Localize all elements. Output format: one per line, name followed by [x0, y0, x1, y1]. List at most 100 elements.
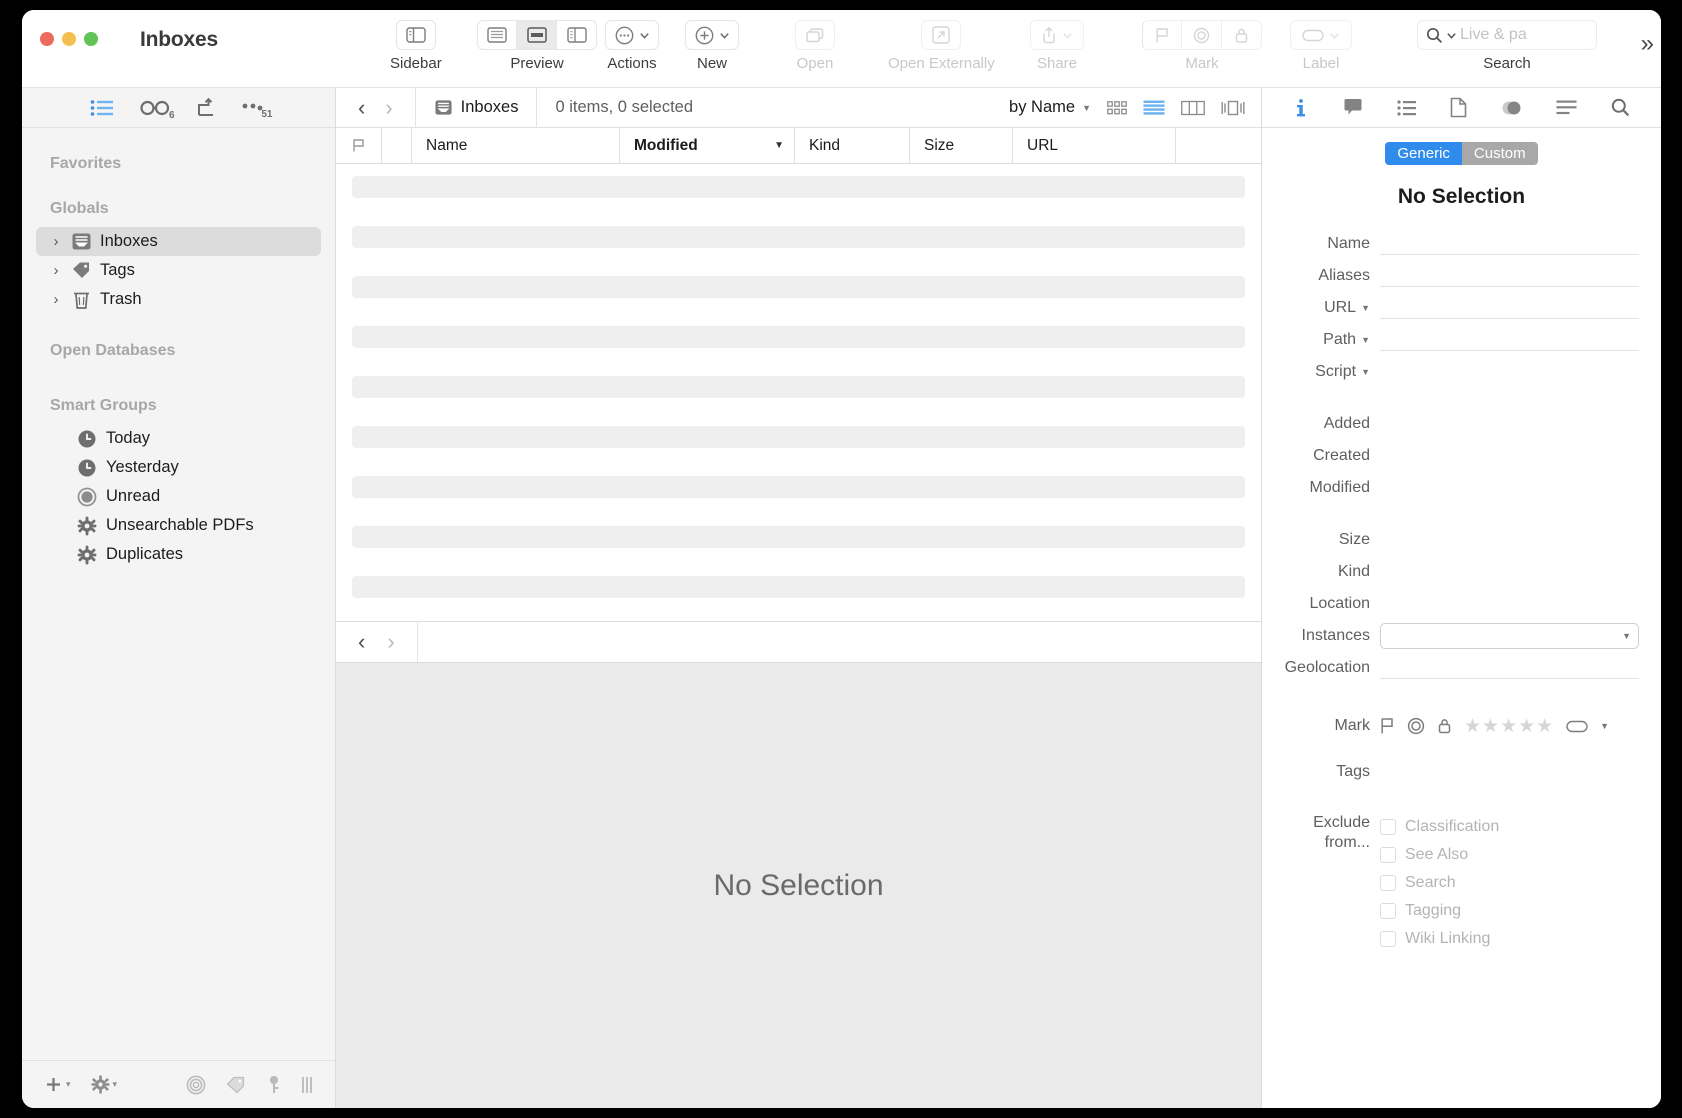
chevron-down-icon[interactable]: ▾ [113, 1079, 118, 1090]
sidebar-item-inboxes[interactable]: › Inboxes [36, 227, 321, 256]
tab-info[interactable] [1293, 98, 1309, 118]
sidebar-item-yesterday[interactable]: Yesterday [36, 453, 321, 482]
generic-custom-segmented-control[interactable]: Generic Custom [1385, 142, 1538, 165]
tab-concordance[interactable] [1501, 98, 1522, 118]
list-item[interactable] [352, 176, 1245, 198]
preview-mode-list-button[interactable] [477, 20, 517, 50]
new-button[interactable] [685, 20, 739, 50]
instances-select[interactable]: ▼ [1380, 623, 1639, 649]
column-header-name[interactable]: Name [412, 127, 620, 164]
sidebar-more-button[interactable]: 51 [242, 101, 273, 120]
preview-mode-split-button[interactable] [517, 20, 557, 50]
key-button[interactable] [259, 1075, 289, 1095]
column-header-modified[interactable]: Modified ▼ [620, 127, 795, 164]
search-input[interactable]: Live & pa [1417, 20, 1597, 50]
columns-button[interactable] [293, 1076, 321, 1094]
column-header-url[interactable]: URL [1013, 127, 1176, 164]
classification-checkbox[interactable] [1380, 819, 1396, 835]
chevron-down-icon[interactable]: ▼ [1361, 303, 1370, 313]
sidebar-list-view-button[interactable] [90, 99, 114, 117]
see-also-checkbox[interactable] [1380, 847, 1396, 863]
forward-button[interactable]: › [385, 96, 392, 119]
label-pill-icon[interactable] [1566, 720, 1588, 733]
list-item[interactable] [352, 276, 1245, 298]
checkbox-row-classification[interactable]: Classification [1380, 813, 1639, 841]
view-mode-column-button[interactable] [1181, 100, 1205, 116]
column-header-size[interactable]: Size [910, 127, 1013, 164]
list-item[interactable] [352, 476, 1245, 498]
list-item[interactable] [352, 226, 1245, 248]
aliases-input[interactable] [1380, 265, 1639, 287]
actions-button[interactable] [605, 20, 659, 50]
disclosure-triangle-icon[interactable]: › [50, 291, 62, 308]
back-button[interactable]: ‹ [358, 96, 365, 119]
tag-filter-button[interactable] [218, 1076, 255, 1094]
target-button[interactable] [178, 1075, 214, 1095]
file-list[interactable] [336, 164, 1261, 621]
lock-icon[interactable] [1437, 717, 1452, 735]
preview-back-button[interactable]: ‹ [358, 631, 365, 653]
open-button[interactable] [795, 20, 835, 50]
segment-custom[interactable]: Custom [1461, 142, 1538, 165]
list-item[interactable] [352, 326, 1245, 348]
label-button[interactable] [1290, 20, 1352, 50]
column-header-kind[interactable]: Kind [795, 127, 910, 164]
tab-document[interactable] [1450, 97, 1467, 118]
sidebar-item-trash[interactable]: › Trash [36, 285, 321, 314]
tab-annotations[interactable] [1343, 98, 1363, 117]
chevron-down-icon[interactable]: ▼ [1361, 335, 1370, 345]
view-mode-coverflow-button[interactable] [1221, 100, 1245, 116]
close-button[interactable] [40, 32, 54, 46]
tab-search[interactable] [1611, 98, 1630, 117]
list-item[interactable] [352, 526, 1245, 548]
segment-generic[interactable]: Generic [1385, 142, 1462, 165]
add-button[interactable]: ▾ [36, 1075, 79, 1094]
wiki-linking-checkbox[interactable] [1380, 931, 1396, 947]
chevron-down-icon[interactable]: ▾ [66, 1079, 71, 1090]
path-input[interactable] [1380, 329, 1639, 351]
checkbox-row-see-also[interactable]: See Also [1380, 841, 1639, 869]
list-item[interactable] [352, 376, 1245, 398]
list-item[interactable] [352, 576, 1245, 598]
view-mode-list-button[interactable] [1143, 100, 1165, 115]
chevron-down-icon[interactable]: ▼ [1600, 721, 1609, 731]
open-externally-button[interactable] [921, 20, 962, 50]
mark-flag-button[interactable] [1142, 20, 1182, 50]
sidebar-item-unread[interactable]: Unread [36, 482, 321, 511]
checkbox-row-wiki-linking[interactable]: Wiki Linking [1380, 925, 1639, 953]
sidebar-item-today[interactable]: Today [36, 424, 321, 453]
disclosure-triangle-icon[interactable]: › [50, 233, 62, 250]
sidebar-item-tags[interactable]: › Tags [36, 256, 321, 285]
tab-content-list[interactable] [1397, 99, 1417, 116]
list-item[interactable] [352, 426, 1245, 448]
geolocation-input[interactable] [1380, 657, 1639, 679]
minimize-button[interactable] [62, 32, 76, 46]
column-header-flag[interactable] [336, 127, 382, 164]
mark-unread-button[interactable] [1182, 20, 1222, 50]
chevron-down-icon[interactable]: ▼ [1361, 367, 1370, 377]
settings-button[interactable]: ▾ [83, 1075, 126, 1094]
mark-lock-button[interactable] [1222, 20, 1262, 50]
sidebar-toggle-button[interactable] [395, 20, 436, 50]
zoom-button[interactable] [84, 32, 98, 46]
breadcrumb[interactable]: Inboxes [416, 98, 537, 117]
sidebar-item-unsearchable-pdfs[interactable]: Unsearchable PDFs [36, 511, 321, 540]
sidebar-import-button[interactable] [196, 97, 216, 118]
rating-stars[interactable]: ★★★★★ [1464, 715, 1554, 738]
unread-circle-icon[interactable] [1407, 717, 1425, 735]
url-input[interactable] [1380, 297, 1639, 319]
share-button[interactable] [1030, 20, 1084, 50]
name-input[interactable] [1380, 233, 1639, 255]
view-mode-icon-button[interactable] [1107, 100, 1127, 115]
checkbox-row-tagging[interactable]: Tagging [1380, 897, 1639, 925]
tab-text[interactable] [1556, 100, 1577, 115]
preview-mode-detail-button[interactable] [557, 20, 597, 50]
toolbar-overflow-button[interactable]: » [1641, 30, 1654, 58]
sidebar-item-duplicates[interactable]: Duplicates [36, 540, 321, 569]
checkbox-row-search[interactable]: Search [1380, 869, 1639, 897]
search-checkbox[interactable] [1380, 875, 1396, 891]
disclosure-triangle-icon[interactable]: › [50, 262, 62, 279]
sort-order-dropdown[interactable]: by Name ▼ [1009, 98, 1101, 117]
preview-forward-button[interactable]: › [387, 631, 394, 653]
sidebar-glasses-button[interactable]: 6 [139, 100, 175, 121]
